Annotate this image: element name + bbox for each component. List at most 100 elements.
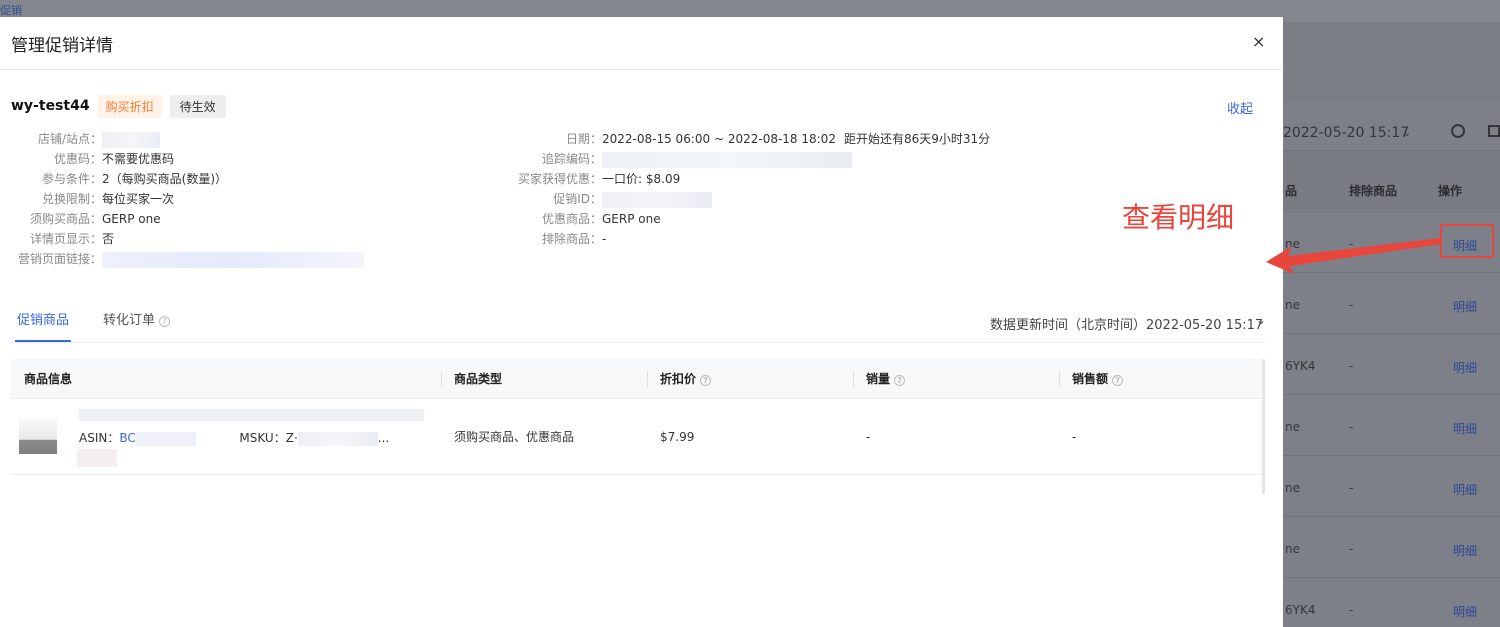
info-value (602, 149, 852, 169)
background-row-exclude: - (1349, 603, 1354, 617)
info-row-marketing-link: 营销页面链接： (0, 249, 364, 269)
background-row-exclude: - (1349, 420, 1354, 434)
product-info-cell: ASIN：BC MSKU：Z·... (11, 399, 441, 474)
info-row-discount-product: 优惠商品： GERP one (500, 209, 990, 229)
col-product-info: 商品信息 (24, 372, 73, 386)
info-row-condition: 参与条件： 2（每购买商品(数量)） (0, 169, 364, 189)
info-label: 追踪编码： (541, 152, 602, 166)
background-table-row: ne - 明细 (1283, 455, 1500, 516)
chevron-down-icon[interactable]: ⌄ (1256, 313, 1266, 327)
help-icon[interactable]: ? (1112, 375, 1124, 386)
detail-link[interactable]: 明细 (1453, 420, 1477, 437)
detail-link[interactable]: 明细 (1453, 603, 1477, 620)
annotation-arrow-icon (1266, 238, 1442, 274)
help-icon[interactable]: ? (700, 375, 712, 386)
col-sales-qty: 销量? (853, 359, 1059, 398)
info-value: 2（每购买商品(数量)） (102, 172, 227, 186)
info-row-promo-id: 促销ID： (500, 189, 990, 209)
info-row-detail-display: 详情页显示： 否 (0, 229, 364, 249)
collapse-link[interactable]: 收起 (1227, 98, 1253, 117)
detail-link[interactable]: 明细 (1453, 481, 1477, 498)
detail-link[interactable]: 明细 (1453, 542, 1477, 559)
background-table-header: 品 排除商品 操作 (1283, 150, 1500, 210)
table-scrollbar[interactable] (1262, 359, 1265, 494)
background-table-row: 6YK4 - 明细 (1283, 577, 1500, 627)
background-col-products: 品 (1285, 184, 1298, 198)
help-icon[interactable]: ? (894, 375, 906, 386)
background-row-exclude: - (1349, 298, 1354, 312)
marketing-link[interactable] (102, 249, 364, 269)
info-row-date: 日期： 2022-08-15 06:00 ~ 2022-08-18 18:02 … (500, 129, 990, 149)
product-title-redacted[interactable] (79, 409, 424, 421)
info-label: 促销ID： (553, 192, 602, 206)
tab-label: 促销商品 (17, 313, 70, 328)
data-updated-time[interactable]: 数据更新时间（北京时间）2022-05-20 15:17 (990, 314, 1263, 333)
background-table-row: ne - 明细 (1283, 516, 1500, 577)
col-revenue: 销售额? (1059, 359, 1265, 398)
promotion-detail-modal: 管理促销详情 × wy-test44 购买折扣 待生效 收起 店铺/站点： 优惠… (0, 17, 1283, 627)
promo-name-row: wy-test44 购买折扣 待生效 (11, 94, 226, 118)
promo-name: wy-test44 (11, 98, 90, 114)
columns-icon[interactable] (1488, 125, 1500, 137)
info-value (102, 129, 160, 149)
info-row-coupon: 优惠码： 不需要优惠码 (0, 149, 364, 169)
annotation-label: 查看明细 (1122, 201, 1235, 234)
detail-link[interactable]: 明细 (1453, 359, 1477, 376)
settings-icon[interactable] (1451, 124, 1465, 138)
tab-label: 转化订单 (103, 313, 156, 328)
discount-price-cell: $7.99 (660, 430, 695, 444)
promo-type-badge: 购买折扣 (97, 94, 162, 118)
info-row-benefit: 买家获得优惠： 一口价: $8.09 (500, 169, 990, 189)
col-discount-price: 折扣价? (647, 359, 853, 398)
product-ids: ASIN：BC MSKU：Z·... (79, 431, 390, 446)
info-value: GERP one (102, 212, 161, 226)
background-band (1283, 22, 1500, 100)
info-label: 优惠商品： (541, 212, 602, 226)
background-date[interactable]: 2022-05-20 15:17 (1283, 125, 1409, 141)
background-table-row: ne - 明细 (1283, 272, 1500, 333)
background-top-link[interactable]: 促销 (0, 2, 22, 18)
asin-link[interactable]: BC (119, 431, 135, 445)
help-icon[interactable]: ? (159, 316, 171, 327)
tab-promo-products[interactable]: 促销商品 (14, 309, 72, 343)
info-row-excluded-product: 排除商品： - (500, 229, 990, 249)
info-label: 营销页面链接： (17, 252, 102, 266)
tab-bar: 促销商品 转化订单? (14, 309, 204, 343)
info-label: 详情页显示： (29, 232, 102, 246)
info-value: 不需要优惠码 (102, 152, 175, 166)
modal-header: 管理促销详情 × (0, 17, 1283, 70)
info-label: 须购买商品： (29, 212, 102, 226)
product-extra-redacted (77, 449, 117, 467)
info-row-tracking: 追踪编码： (500, 149, 990, 169)
chevron-down-icon[interactable]: ⌄ (1402, 126, 1411, 139)
tab-converted-orders[interactable]: 转化订单? (103, 309, 171, 343)
close-icon[interactable]: × (1252, 32, 1265, 51)
info-value: 一口价: $8.09 (602, 172, 681, 186)
info-row-limit: 兑换限制： 每位买家一次 (0, 189, 364, 209)
product-thumbnail[interactable] (19, 418, 57, 454)
info-value: GERP one (602, 212, 661, 226)
background-row-exclude: - (1349, 542, 1354, 556)
background-col-ops: 操作 (1438, 184, 1463, 198)
background-col-exclude: 排除商品 (1349, 184, 1398, 198)
detail-link[interactable]: 明细 (1453, 298, 1477, 315)
background-table-row: ne - 明细 (1283, 394, 1500, 455)
info-label: 买家获得优惠： (517, 172, 602, 186)
product-type-cell: 须购买商品、优惠商品 (454, 430, 575, 444)
info-label: 店铺/站点： (37, 132, 102, 146)
background-row-product: ne (1285, 420, 1300, 434)
background-row-exclude: - (1349, 481, 1354, 495)
info-row-required-product: 须购买商品： GERP one (0, 209, 364, 229)
sales-qty-cell: - (866, 430, 871, 444)
info-value (602, 189, 712, 209)
background-row-product: ne (1285, 298, 1300, 312)
countdown-note: 距开始还有86天9小时31分 (843, 132, 991, 146)
info-label: 兑换限制： (41, 192, 102, 206)
info-value: - (602, 232, 607, 246)
table-row: ASIN：BC MSKU：Z·... 须购买商品、优惠商品 $7.99 - - (11, 399, 1265, 475)
col-product-type: 商品类型 (441, 359, 647, 398)
modal-title: 管理促销详情 (11, 36, 113, 56)
revenue-cell: - (1072, 430, 1077, 444)
info-value: 否 (102, 232, 115, 246)
tab-divider (11, 342, 1265, 343)
